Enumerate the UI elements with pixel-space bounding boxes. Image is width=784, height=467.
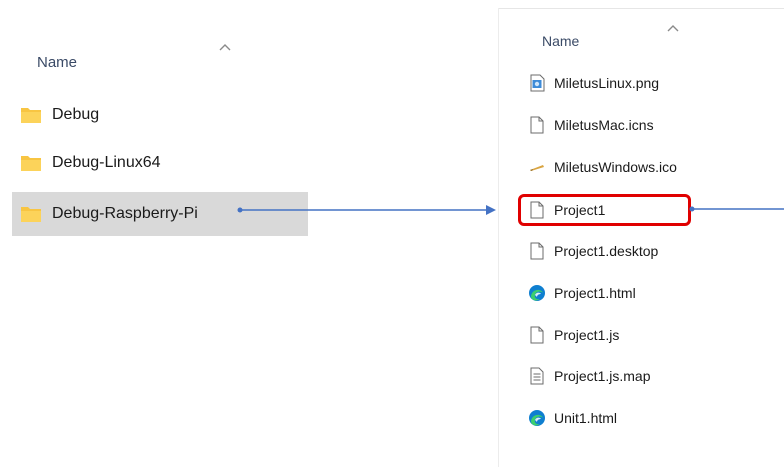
file-item-miletusmac-icns[interactable]: MiletusMac.icns bbox=[522, 110, 762, 140]
folder-icon bbox=[21, 207, 41, 222]
blank-file-icon bbox=[530, 326, 544, 344]
file-item-unit1-html[interactable]: Unit1.html bbox=[522, 403, 762, 433]
text-file-icon bbox=[530, 367, 544, 385]
folder-item-debug[interactable]: Debug bbox=[12, 96, 308, 134]
project1-highlight-box bbox=[518, 194, 691, 226]
folder-item-label: Debug-Linux64 bbox=[52, 154, 161, 171]
file-item-project1-js[interactable]: Project1.js bbox=[522, 320, 762, 350]
edge-browser-icon bbox=[529, 285, 545, 301]
edge-browser-icon bbox=[529, 410, 545, 426]
file-item-label: Project1.desktop bbox=[554, 243, 659, 259]
file-item-label: MiletusLinux.png bbox=[554, 75, 660, 91]
pane-divider bbox=[498, 8, 784, 9]
pane-divider bbox=[498, 8, 499, 467]
image-file-icon bbox=[530, 74, 545, 92]
left-file-pane: Name Debug Debug-Linux64 Debug-Raspberry… bbox=[0, 0, 330, 467]
name-column-header[interactable]: Name bbox=[542, 33, 579, 49]
folder-item-debug-raspberry-pi[interactable]: Debug-Raspberry-Pi bbox=[12, 192, 308, 236]
right-file-pane: Name MiletusLinux.png MiletusMac.icns Mi… bbox=[498, 0, 784, 467]
folder-icon bbox=[21, 156, 41, 171]
blank-file-icon bbox=[530, 116, 544, 134]
file-item-project1-html[interactable]: Project1.html bbox=[522, 278, 762, 308]
file-item-project1-js-map[interactable]: Project1.js.map bbox=[522, 361, 762, 391]
file-item-label: MiletusWindows.ico bbox=[554, 159, 677, 175]
name-column-header[interactable]: Name bbox=[37, 54, 77, 71]
ico-file-icon bbox=[530, 165, 544, 171]
file-item-label: Project1.js.map bbox=[554, 368, 651, 384]
file-item-miletuslinux-png[interactable]: MiletusLinux.png bbox=[522, 68, 762, 98]
file-item-miletuswindows-ico[interactable]: MiletusWindows.ico bbox=[522, 152, 762, 182]
folder-item-label: Debug bbox=[52, 106, 100, 123]
file-item-label: Project1.js bbox=[554, 327, 620, 343]
file-item-label: Project1.html bbox=[554, 285, 636, 301]
file-item-project1-desktop[interactable]: Project1.desktop bbox=[522, 236, 762, 266]
blank-file-icon bbox=[530, 242, 544, 260]
folder-icon bbox=[21, 108, 41, 123]
folder-item-label: Debug-Raspberry-Pi bbox=[52, 205, 198, 222]
folder-item-debug-linux64[interactable]: Debug-Linux64 bbox=[12, 144, 308, 182]
sort-ascending-chevron-icon[interactable] bbox=[667, 24, 679, 32]
file-item-label: MiletusMac.icns bbox=[554, 117, 654, 133]
file-item-label: Unit1.html bbox=[554, 410, 618, 426]
sort-ascending-chevron-icon[interactable] bbox=[219, 43, 231, 51]
